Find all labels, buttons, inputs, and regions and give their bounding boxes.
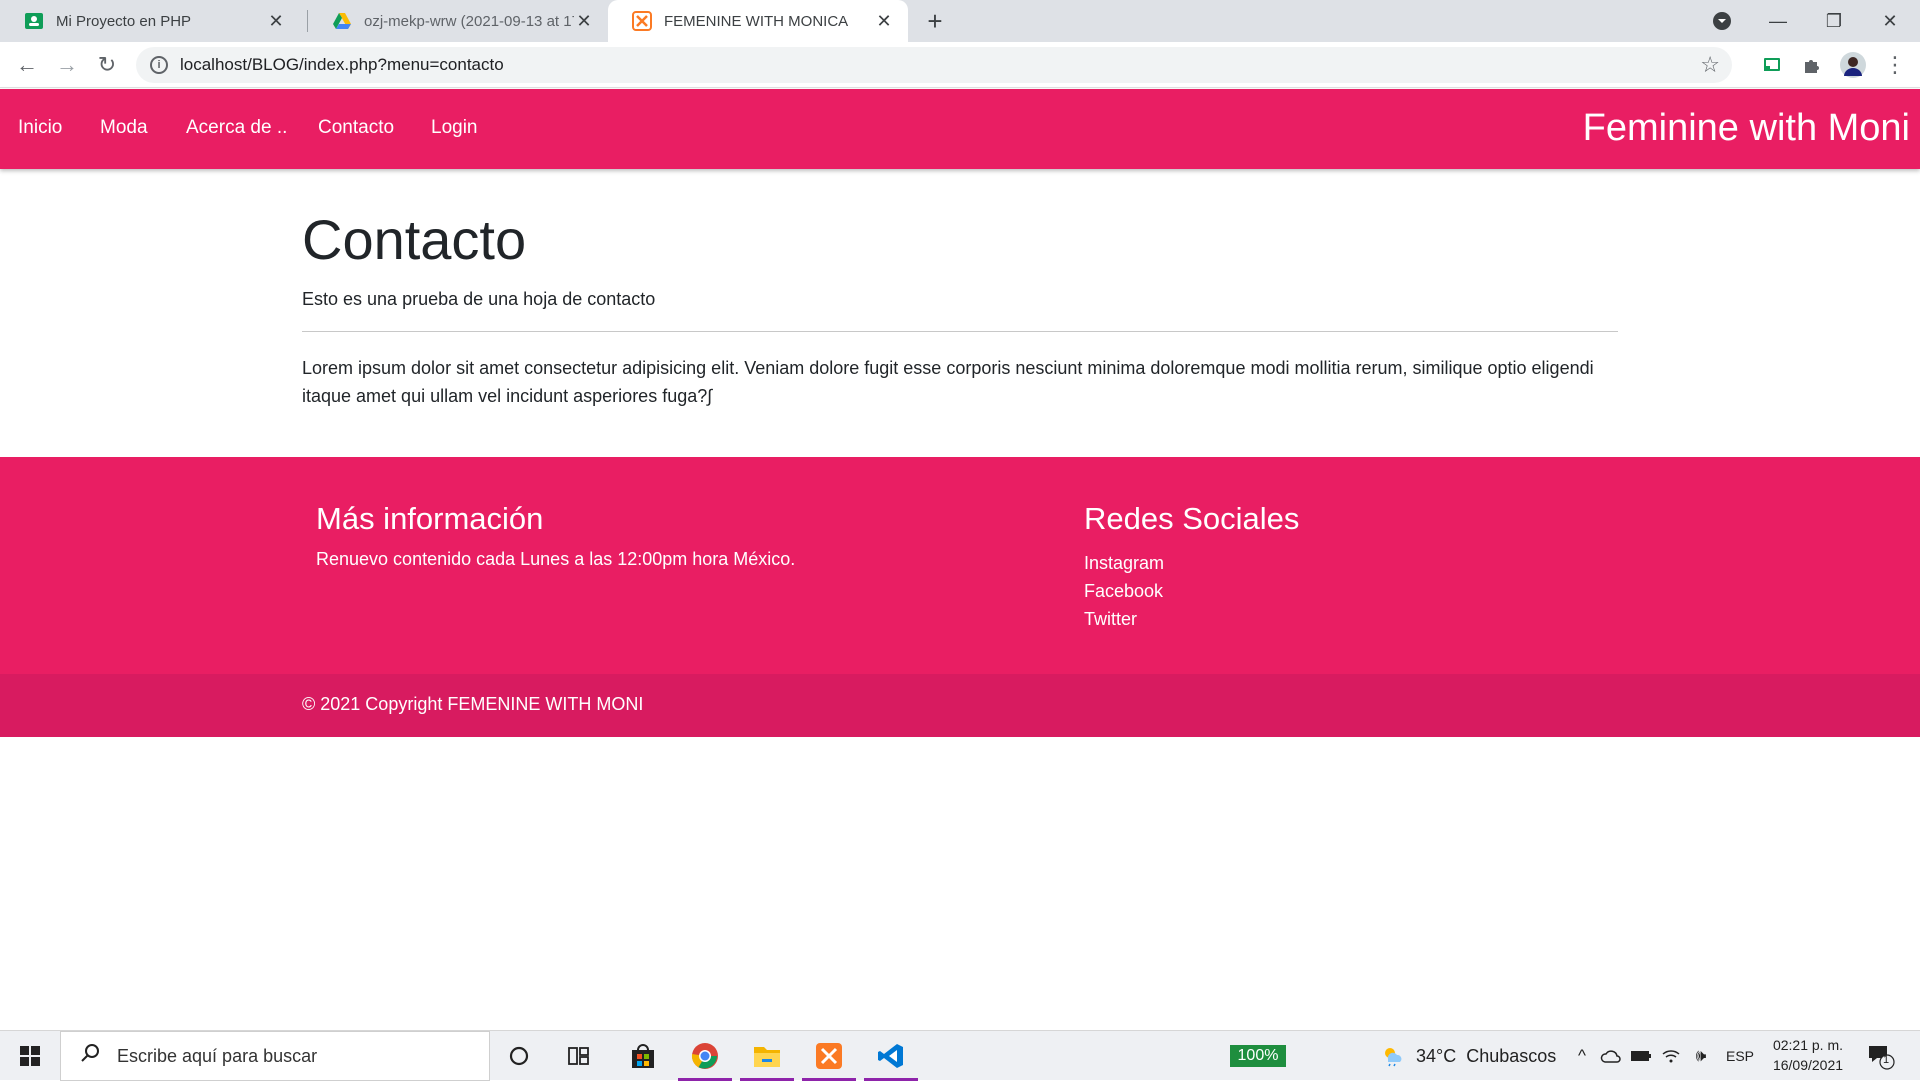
footer-info-text: Renuevo contenido cada Lunes a las 12:00… xyxy=(316,549,796,569)
nav-link-contacto[interactable]: Contacto xyxy=(318,117,394,139)
battery-icon[interactable] xyxy=(1628,1031,1654,1081)
twitter-link[interactable]: Twitter xyxy=(1084,605,1299,633)
weather-rain-icon xyxy=(1385,1048,1402,1067)
close-tab-icon[interactable]: ✕ xyxy=(574,11,594,31)
tab-title: Mi Proyecto en PHP xyxy=(56,12,192,30)
page-lead: Esto es una prueba de una hoja de contac… xyxy=(302,289,656,309)
search-placeholder: Escribe aquí para buscar xyxy=(117,1045,318,1066)
tab-mi-proyecto[interactable]: Mi Proyecto en PHP ✕ xyxy=(0,0,300,42)
footer-info-title: Más información xyxy=(316,501,544,536)
clock-time: 02:21 p. m. xyxy=(1772,1037,1844,1053)
taskbar-clock[interactable]: 02:21 p. m. 16/09/2021 xyxy=(1766,1035,1850,1075)
tab-femenine-with-monica[interactable]: FEMENINE WITH MONICA ✕ xyxy=(608,0,908,42)
store-icon[interactable] xyxy=(614,1031,672,1081)
site-navbar: Inicio Moda Acerca de .. Contacto Login … xyxy=(0,89,1920,169)
new-tab-button[interactable]: + xyxy=(920,6,950,36)
windows-start-icon[interactable] xyxy=(0,1031,60,1081)
weather-text: 34°C Chubascos xyxy=(1416,1045,1557,1066)
nav-link-moda[interactable]: Moda xyxy=(100,117,148,139)
restore-button[interactable]: ❐ xyxy=(1806,0,1862,42)
notification-center-icon[interactable]: 1 xyxy=(1866,1041,1896,1071)
tab-drive-recording[interactable]: ozj-mekp-wrw (2021-09-13 at 17 ✕ xyxy=(308,0,608,42)
close-window-button[interactable]: ✕ xyxy=(1862,0,1918,42)
battery-meter-badge[interactable]: 100% xyxy=(1230,1045,1286,1067)
tab-title: FEMENINE WITH MONICA xyxy=(664,12,849,30)
xampp-icon xyxy=(632,11,652,31)
facebook-link[interactable]: Facebook xyxy=(1084,577,1299,605)
minimize-button[interactable]: — xyxy=(1750,0,1806,42)
drive-icon xyxy=(332,11,352,31)
address-bar[interactable]: i localhost/BLOG/index.php?menu=contacto… xyxy=(136,47,1732,83)
vscode-icon[interactable] xyxy=(862,1031,920,1081)
file-explorer-icon[interactable] xyxy=(738,1031,796,1081)
browser-tab-bar: Mi Proyecto en PHP ✕ ozj-mekp-wrw (2021-… xyxy=(0,0,1920,42)
copyright-bar: © 2021 Copyright FEMENINE WITH MONI xyxy=(0,674,1920,737)
page-title: Contacto xyxy=(302,208,527,271)
language-indicator[interactable]: ESP xyxy=(1720,1031,1760,1081)
close-tab-icon[interactable]: ✕ xyxy=(874,11,894,31)
cortana-icon[interactable] xyxy=(490,1031,548,1081)
weather-widget[interactable]: 34°C Chubascos xyxy=(1380,1045,1556,1067)
wifi-icon[interactable] xyxy=(1658,1031,1684,1081)
task-view-icon[interactable] xyxy=(550,1031,608,1081)
reload-button[interactable]: ↻ xyxy=(92,50,122,80)
tab-title: ozj-mekp-wrw (2021-09-13 at 17 xyxy=(364,12,574,30)
browser-menu-icon[interactable]: ⋮ xyxy=(1880,50,1910,80)
site-footer: Más información Renuevo contenido cada L… xyxy=(0,457,1920,674)
browser-toolbar: ← → ↻ i localhost/BLOG/index.php?menu=co… xyxy=(0,42,1920,88)
show-hidden-icons-chevron-up-icon[interactable]: ^ xyxy=(1570,1031,1594,1081)
nav-link-acerca[interactable]: Acerca de .. xyxy=(186,117,287,139)
extensions-puzzle-icon[interactable] xyxy=(1797,50,1827,80)
clock-date: 16/09/2021 xyxy=(1772,1057,1844,1073)
cloud-sync-icon[interactable] xyxy=(1598,1031,1624,1081)
profile-avatar[interactable] xyxy=(1838,50,1868,80)
instagram-link[interactable]: Instagram xyxy=(1084,549,1299,577)
nav-link-inicio[interactable]: Inicio xyxy=(18,117,62,139)
site-info-icon[interactable]: i xyxy=(150,56,168,74)
bookmark-star-icon[interactable]: ☆ xyxy=(1700,52,1720,78)
footer-social-column: Redes Sociales Instagram Facebook Twitte… xyxy=(1084,501,1299,633)
classroom-icon xyxy=(24,11,44,31)
copyright-text: © 2021 Copyright FEMENINE WITH MONI xyxy=(302,694,644,714)
cast-icon[interactable] xyxy=(1757,50,1787,80)
site-brand[interactable]: Feminine with Moni xyxy=(1583,107,1910,150)
forward-button[interactable]: → xyxy=(52,50,82,80)
windows-taskbar: Escribe aquí para buscar 100% 34°C Chuba… xyxy=(0,1030,1920,1081)
footer-info-column: Más información Renuevo contenido cada L… xyxy=(316,501,795,570)
xampp-taskbar-icon[interactable] xyxy=(800,1031,858,1081)
taskbar-search-box[interactable]: Escribe aquí para buscar xyxy=(60,1031,490,1081)
close-tab-icon[interactable]: ✕ xyxy=(266,11,286,31)
chrome-icon[interactable] xyxy=(676,1031,734,1081)
nav-link-login[interactable]: Login xyxy=(431,117,478,139)
main-content: Contacto Esto es una prueba de una hoja … xyxy=(302,205,1618,410)
volume-icon[interactable]: 🕪 xyxy=(1688,1031,1714,1081)
social-links: Instagram Facebook Twitter xyxy=(1084,549,1299,633)
back-button[interactable]: ← xyxy=(12,50,42,80)
search-icon xyxy=(79,1042,101,1070)
page-body-text: Lorem ipsum dolor sit amet consectetur a… xyxy=(302,358,1594,406)
notification-count: 1 xyxy=(1883,1054,1890,1066)
divider xyxy=(302,331,1618,332)
footer-social-title: Redes Sociales xyxy=(1084,501,1300,536)
tab-search-icon[interactable] xyxy=(1694,0,1750,42)
url-text[interactable]: localhost/BLOG/index.php?menu=contacto xyxy=(180,55,1700,75)
